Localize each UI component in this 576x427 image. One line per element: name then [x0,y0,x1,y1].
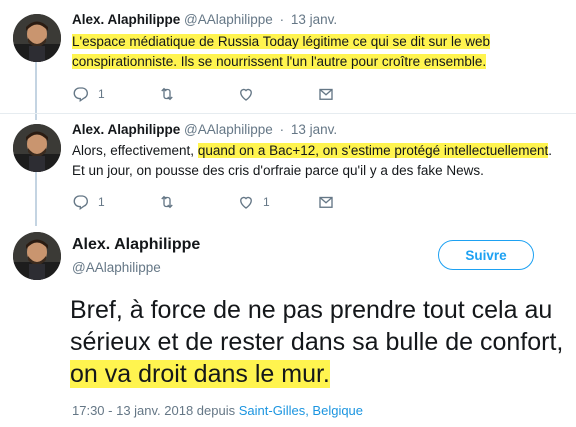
avatar[interactable] [13,14,61,62]
heart-icon [237,85,255,103]
tweet-text-highlight: quand on a Bac+12, on s'estime protégé i… [197,143,549,158]
reply-count: 1 [98,195,105,209]
tweet-metadata: 17:30 - 13 janv. 2018 depuis Saint-Gille… [72,403,363,418]
main-author-name[interactable]: Alex. Alaphilippe [72,236,200,254]
avatar[interactable] [13,124,61,172]
tweet-text: L'espace médiatique de Russia Today légi… [72,32,568,72]
like-button[interactable]: 1 [237,193,317,211]
retweet-icon [157,193,177,211]
main-author-handle[interactable]: @AAlaphilippe [72,260,161,275]
reply-icon [72,193,90,211]
like-button[interactable] [237,85,317,103]
tweet-date[interactable]: 13 janv. [291,12,337,27]
follow-button[interactable]: Suivre [438,240,534,270]
author-handle[interactable]: @AAlaphilippe [184,122,273,137]
author-name[interactable]: Alex. Alaphilippe [72,12,180,27]
author-name[interactable]: Alex. Alaphilippe [72,122,180,137]
retweet-icon [157,85,177,103]
dm-button[interactable] [317,193,335,211]
avatar[interactable] [13,232,61,280]
heart-icon [237,193,255,211]
tweet-timestamp[interactable]: 17:30 - 13 janv. 2018 depuis [72,403,235,418]
tweet-header: Alex. Alaphilippe @AAlaphilippe · 13 jan… [72,12,337,27]
main-tweet-text: Bref, à force de ne pas prendre tout cel… [70,294,570,390]
reply-icon [72,85,90,103]
tweet-actions: 1 [72,84,335,104]
tweet[interactable]: Alex. Alaphilippe @AAlaphilippe · 13 jan… [0,114,576,224]
tweet-location[interactable]: Saint-Gilles, Belgique [239,403,363,418]
tweet-actions: 1 1 [72,192,335,212]
retweet-button[interactable] [157,193,237,211]
reply-button[interactable]: 1 [72,85,157,103]
reply-button[interactable]: 1 [72,193,157,211]
dm-button[interactable] [317,85,335,103]
tweet-text: Alors, effectivement, quand on a Bac+12,… [72,141,568,181]
separator-dot: · [279,122,285,137]
tweet-text-highlight: L'espace médiatique de Russia Today légi… [72,34,491,69]
like-count: 1 [263,195,270,209]
envelope-icon [317,193,335,211]
tweet-text-plain: Alors, effectivement, [72,143,198,158]
main-text-highlight: on va droit dans le mur. [70,360,330,388]
author-handle[interactable]: @AAlaphilippe [184,12,273,27]
tweet-header: Alex. Alaphilippe @AAlaphilippe · 13 jan… [72,122,337,137]
reply-count: 1 [98,87,105,101]
tweet-date[interactable]: 13 janv. [291,122,337,137]
retweet-button[interactable] [157,85,237,103]
separator-dot: · [279,12,285,27]
envelope-icon [317,85,335,103]
tweet[interactable]: Alex. Alaphilippe @AAlaphilippe · 13 jan… [0,0,576,112]
main-text-plain: Bref, à force de ne pas prendre tout cel… [70,296,564,356]
